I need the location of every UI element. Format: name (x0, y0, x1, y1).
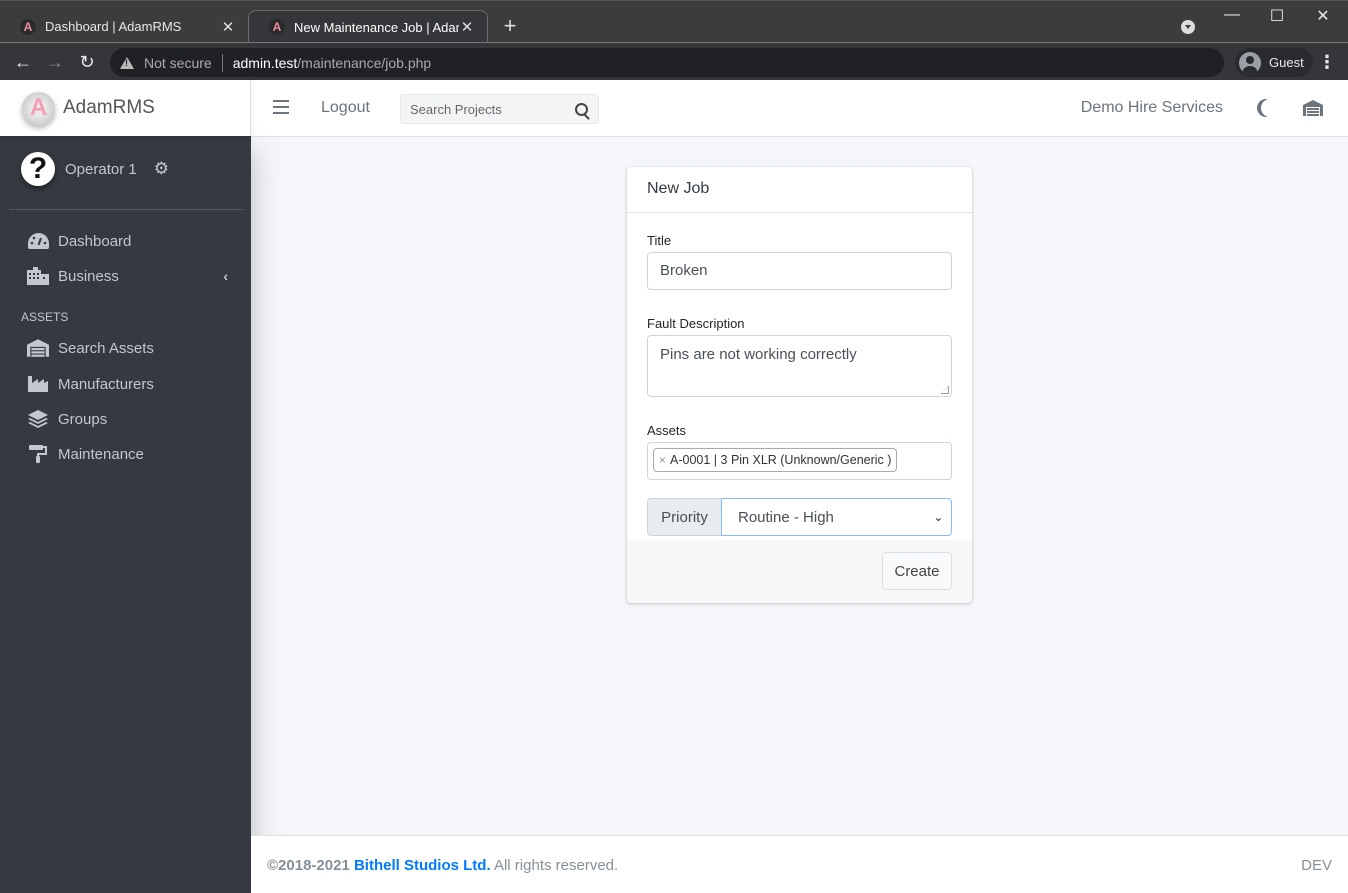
tab-title: New Maintenance Job | AdamRMS (294, 19, 459, 35)
title-label: Title (647, 233, 672, 248)
layer-group-icon (27, 410, 49, 428)
sidebar-item-label: Groups (58, 410, 108, 428)
sidebar-item-search-assets[interactable]: Search Assets (16, 331, 238, 365)
title-input[interactable]: Broken (647, 252, 952, 290)
priority-input-group: Priority Routine - High ⌄ (647, 498, 952, 536)
priority-selected-value: Routine - High (738, 508, 834, 526)
reload-icon[interactable]: ↻ (75, 50, 99, 74)
sidebar-item-label: Dashboard (58, 232, 132, 250)
industry-icon (27, 375, 49, 393)
create-button[interactable]: Create (882, 552, 952, 590)
new-job-card: New Job Title Broken Fault Description P… (627, 167, 972, 603)
sidebar-item-maintenance[interactable]: Maintenance (16, 437, 238, 471)
user-avatar[interactable]: ? (21, 152, 55, 186)
sidebar-item-label: Maintenance (58, 445, 144, 463)
search-placeholder: Search Projects (410, 101, 502, 117)
brand-link[interactable]: A AdamRMS (0, 80, 251, 136)
page-footer: ©2018-2021 Bithell Studios Ltd. All righ… (251, 835, 1348, 893)
maximize-icon[interactable]: ☐ (1262, 6, 1292, 26)
browser-tab-dashboard[interactable]: A Dashboard | AdamRMS ✕ (0, 10, 248, 43)
tab-close-icon[interactable]: ✕ (459, 18, 475, 36)
security-status[interactable]: Not secure (144, 55, 212, 71)
adamrms-favicon-icon: A (20, 18, 36, 35)
url-host: admin.test (232, 54, 298, 71)
sidebar-section-header: ASSETS (21, 310, 69, 324)
version-label: DEV (1301, 857, 1332, 874)
sidebar: ? Operator 1 ⚙ Dashboard Business ‹ ASSE… (0, 136, 251, 893)
priority-label: Priority (647, 498, 721, 536)
sidebar-divider (9, 209, 243, 210)
url-path: /maintenance/job.php (297, 54, 432, 71)
user-name[interactable]: Operator 1 (65, 161, 137, 178)
brand-name: AdamRMS (63, 97, 155, 118)
sidebar-item-dashboard[interactable]: Dashboard (16, 224, 238, 258)
gear-icon[interactable]: ⚙ (154, 159, 169, 179)
chevron-left-icon[interactable]: ‹ (223, 268, 228, 284)
fault-description-label: Fault Description (647, 316, 745, 331)
browser-tab-bar: A Dashboard | AdamRMS ✕ A New Maintenanc… (0, 0, 1348, 43)
search-icon[interactable] (575, 102, 588, 116)
search-projects-input[interactable]: Search Projects (400, 94, 599, 124)
asset-chip: × A-0001 | 3 Pin XLR (Unknown/Generic ) (653, 448, 898, 472)
warning-icon (120, 56, 134, 69)
sidebar-item-label: Search Assets (58, 339, 154, 357)
app-root: A AdamRMS Logout Search Projects Demo Hi… (0, 80, 1348, 893)
company-link[interactable]: Bithell Studios Ltd. (354, 857, 491, 874)
card-footer: Create (627, 540, 972, 603)
user-panel: ? Operator 1 ⚙ (21, 152, 169, 186)
warehouse-icon (27, 339, 49, 357)
remove-chip-icon[interactable]: × (659, 453, 666, 467)
assets-multiselect[interactable]: × A-0001 | 3 Pin XLR (Unknown/Generic ) (647, 442, 952, 480)
fault-description-value: Pins are not working correctly (660, 346, 857, 363)
divider (221, 53, 223, 72)
url-input[interactable]: Not secure admin.test/maintenance/job.ph… (110, 48, 1224, 77)
resize-handle-icon[interactable] (941, 386, 949, 394)
assets-label: Assets (647, 423, 687, 438)
new-job-form: Title Broken Fault Description Pins are … (627, 213, 972, 536)
profile-button[interactable]: Guest (1235, 48, 1313, 77)
adamrms-favicon-icon: A (269, 19, 285, 35)
rights-text: All rights reserved. (493, 857, 619, 874)
building-icon (27, 267, 49, 285)
browser-tab-new-maintenance-job[interactable]: A New Maintenance Job | AdamRMS ✕ (248, 10, 488, 43)
browser-address-bar: ← → ↻ Not secure admin.test/maintenance/… (0, 42, 1348, 80)
new-tab-button[interactable]: + (500, 14, 520, 38)
tab-title: Dashboard | AdamRMS (45, 19, 182, 34)
fault-description-textarea[interactable]: Pins are not working correctly (647, 335, 952, 397)
profile-label: Guest (1269, 55, 1304, 70)
card-title: New Job (627, 167, 972, 213)
chevron-down-icon: ⌄ (933, 512, 943, 524)
sidebar-item-label: Manufacturers (58, 375, 154, 393)
logout-link[interactable]: Logout (321, 99, 370, 117)
hamburger-menu-icon[interactable] (273, 100, 289, 114)
organisation-name[interactable]: Demo Hire Services (1081, 99, 1223, 117)
asset-chip-label: A-0001 | 3 Pin XLR (Unknown/Generic ) (670, 453, 892, 467)
paint-roller-icon (27, 445, 49, 463)
minimize-icon[interactable]: — (1217, 6, 1247, 24)
sidebar-item-manufacturers[interactable]: Manufacturers (16, 367, 238, 401)
dark-mode-moon-icon[interactable] (1261, 99, 1279, 117)
window-close-icon[interactable]: ✕ (1308, 6, 1338, 26)
copyright-years: ©2018-2021 (267, 857, 350, 874)
tab-search-icon[interactable] (1181, 20, 1195, 34)
priority-select[interactable]: Routine - High ⌄ (721, 498, 952, 536)
sidebar-item-business[interactable]: Business ‹ (16, 259, 238, 293)
tachometer-icon (27, 232, 49, 250)
adamrms-logo-icon: A (22, 91, 55, 125)
back-arrow-icon[interactable]: ← (11, 50, 35, 74)
sidebar-item-label: Business (58, 267, 119, 285)
forward-arrow-icon[interactable]: → (43, 50, 67, 74)
warehouse-icon[interactable] (1303, 100, 1323, 116)
guest-avatar-icon (1239, 51, 1261, 74)
sidebar-item-groups[interactable]: Groups (16, 402, 238, 436)
top-navbar: Logout Search Projects Demo Hire Service… (251, 80, 1348, 137)
browser-menu-icon[interactable]: ⋮ (1318, 51, 1336, 75)
tab-close-icon[interactable]: ✕ (220, 18, 236, 36)
